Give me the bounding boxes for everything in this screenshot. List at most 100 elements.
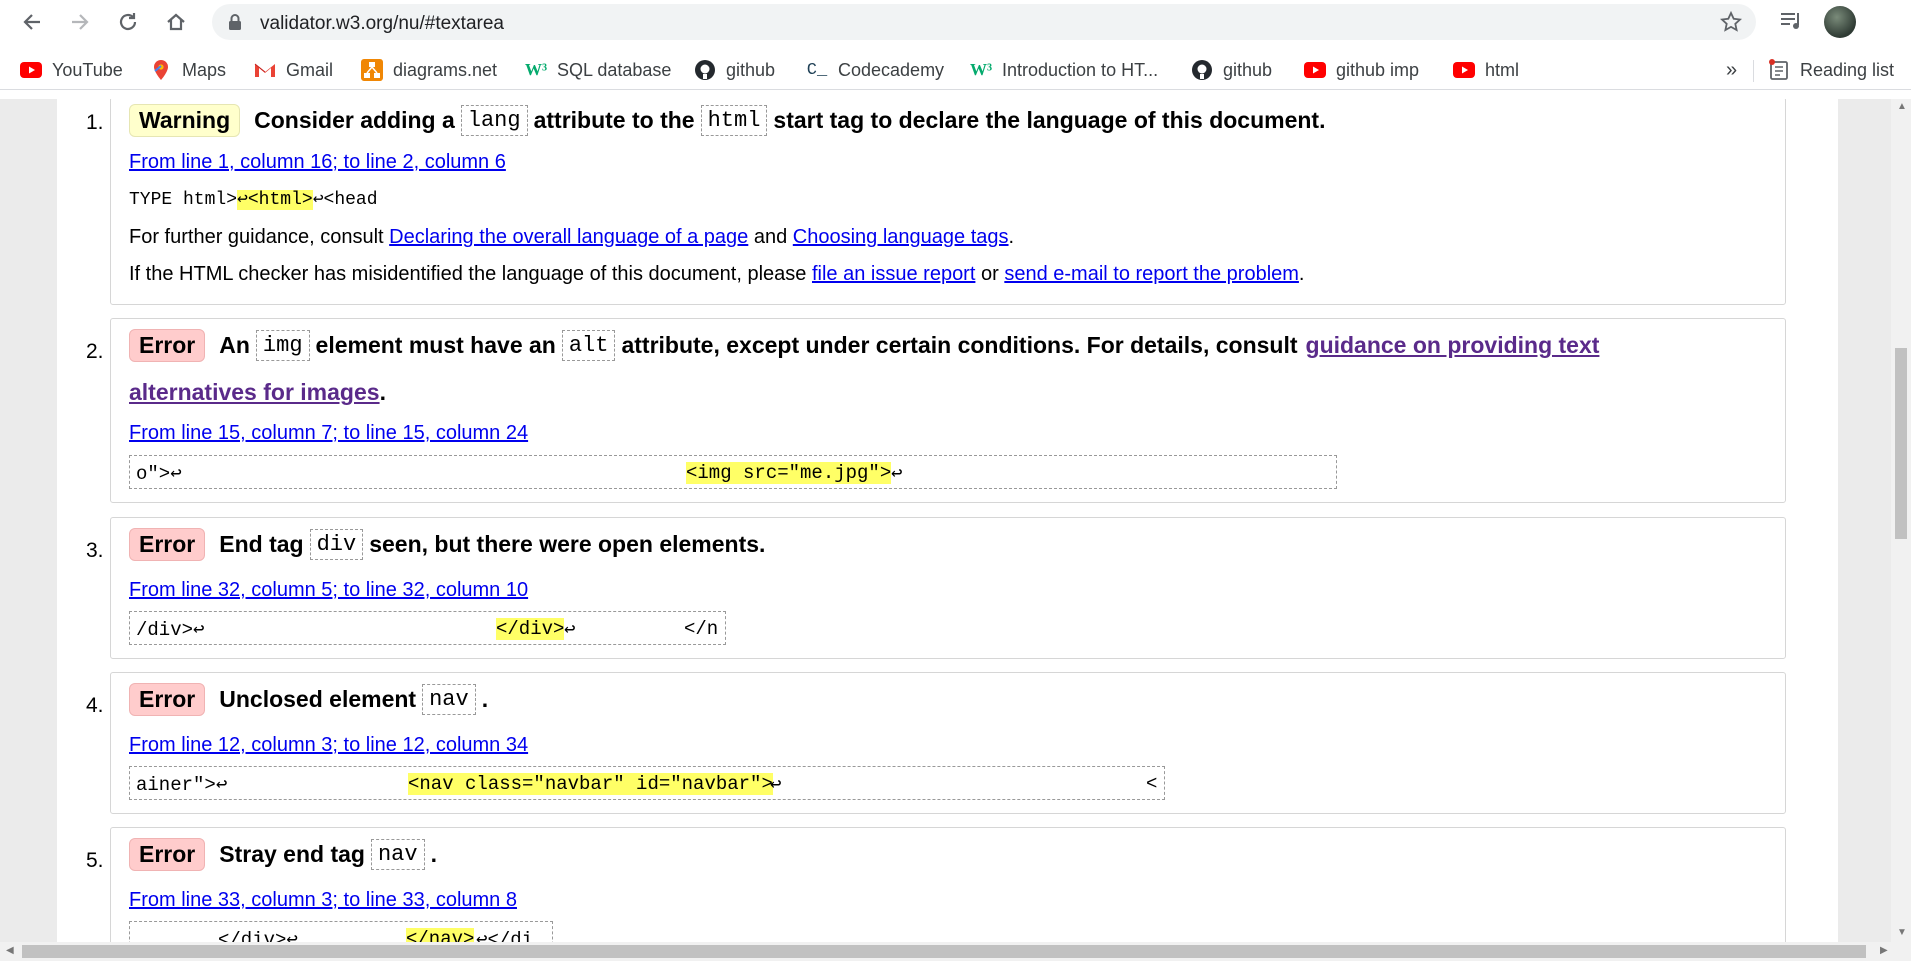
profile-avatar[interactable]: [1824, 6, 1856, 38]
bookmark-gmail[interactable]: Gmail: [254, 58, 333, 82]
location-link[interactable]: From line 12, column 3; to line 12, colu…: [129, 734, 528, 757]
heading-text: Consider adding a: [254, 107, 455, 133]
code-token-lang: lang: [460, 105, 528, 136]
code-token-html: html: [700, 105, 768, 136]
lock-icon[interactable]: [228, 14, 242, 36]
bookmark-intro-html[interactable]: W³ Introduction to HT...: [970, 58, 1158, 82]
heading-text: seen, but there were open elements.: [369, 531, 766, 557]
error-badge: Error: [129, 683, 206, 716]
extract-text: ↩: [770, 774, 782, 796]
reading-list-label: Reading list: [1800, 59, 1895, 80]
location-link[interactable]: From line 32, column 5; to line 32, colu…: [129, 579, 528, 602]
choosing-language-tags-link[interactable]: Choosing language tags: [793, 226, 1009, 248]
message-error-stray-nav: Error Stray end tag nav. From line 33, c…: [110, 827, 1786, 942]
heading-text: .: [379, 379, 386, 405]
youtube-icon: [1304, 59, 1326, 81]
scroll-right-arrow-icon[interactable]: ▶: [1880, 945, 1888, 956]
message-number: 2.: [86, 340, 104, 363]
back-icon[interactable]: [18, 8, 46, 36]
message-heading: Error Stray end tag nav.: [129, 838, 437, 871]
bookmark-github-2[interactable]: github: [1191, 58, 1272, 82]
bookmark-diagrams[interactable]: diagrams.net: [361, 58, 497, 82]
bookmark-maps[interactable]: Maps: [150, 58, 226, 82]
code-token-img: img: [255, 330, 310, 361]
message-heading: Error End tag div seen, but there were o…: [129, 528, 765, 561]
extract-text: ↩<head: [312, 190, 378, 210]
extract-highlight: <img src="me.jpg">: [686, 462, 892, 484]
maps-icon: [150, 59, 172, 81]
message-warning-lang: Warning Consider adding a lang attribute…: [110, 99, 1786, 305]
bookmarks-bar: YouTube Maps Gmail diagrams.net W³ SQL d…: [0, 50, 1911, 90]
page-viewport: 1. Warning Consider adding a lang attrib…: [0, 99, 1891, 942]
scroll-up-arrow-icon[interactable]: ▲: [1897, 101, 1907, 112]
guidance-text: and: [753, 226, 788, 248]
bookmark-label: github imp: [1336, 59, 1420, 80]
bookmark-label: Codecademy: [838, 59, 945, 80]
message-heading: Error Unclosed element nav.: [129, 683, 488, 716]
code-extract: </div>↩ </nav> ↩</di: [129, 921, 553, 942]
bookmark-label: Introduction to HT...: [1002, 59, 1159, 80]
github-icon: [1191, 59, 1213, 81]
forward-icon[interactable]: [66, 8, 94, 36]
github-icon: [694, 59, 716, 81]
code-token-nav: nav: [370, 839, 425, 870]
media-controls-icon[interactable]: [1778, 8, 1804, 39]
location-link[interactable]: From line 33, column 3; to line 33, colu…: [129, 889, 517, 912]
vertical-scrollbar[interactable]: ▲ ▼: [1891, 99, 1911, 942]
heading-text: .: [481, 686, 489, 712]
w3schools-icon: W³: [969, 60, 993, 79]
reload-icon[interactable]: [114, 8, 142, 36]
extract-highlight: </div>: [496, 618, 565, 640]
guidance-alt-text-link[interactable]: guidance on providing text: [1306, 332, 1600, 359]
horizontal-scroll-thumb[interactable]: [22, 945, 1866, 958]
code-extract: ainer">↩ <nav class="navbar" id="navbar"…: [129, 766, 1165, 800]
extract-highlight: ↩<html>: [237, 190, 313, 210]
location-link[interactable]: From line 1, column 16; to line 2, colum…: [129, 151, 506, 174]
horizontal-scrollbar[interactable]: ◀ ▶: [0, 942, 1911, 961]
bookmarks-overflow-button[interactable]: »: [1726, 58, 1737, 82]
guidance-text: For further guidance, consult: [129, 226, 384, 248]
bookmark-html[interactable]: html: [1453, 58, 1519, 82]
bookmark-youtube[interactable]: YouTube: [20, 58, 123, 82]
guidance-alt-text-link-cont[interactable]: alternatives for images: [129, 379, 380, 406]
heading-text: .: [430, 841, 437, 867]
bookmark-github-imp[interactable]: github imp: [1304, 58, 1419, 82]
location-link[interactable]: From line 15, column 7; to line 15, colu…: [129, 422, 528, 445]
extract-text: ainer">↩: [136, 774, 228, 796]
extract-text: <: [1146, 773, 1158, 795]
scroll-left-arrow-icon[interactable]: ◀: [6, 945, 14, 956]
reading-list-icon: [1768, 59, 1790, 81]
declaring-language-link[interactable]: Declaring the overall language of a page: [389, 226, 748, 248]
address-bar[interactable]: validator.w3.org/nu/#textarea: [212, 4, 1756, 40]
file-issue-link[interactable]: file an issue report: [812, 263, 975, 285]
message-heading: Warning Consider adding a lang attribute…: [129, 104, 1326, 137]
extract-text: </n: [684, 618, 719, 640]
heading-text: Unclosed element: [219, 686, 417, 712]
code-token-div: div: [309, 529, 364, 560]
send-email-link[interactable]: send e-mail to report the problem: [1004, 263, 1299, 285]
browser-toolbar: validator.w3.org/nu/#textarea: [0, 0, 1911, 44]
vertical-scroll-thumb[interactable]: [1895, 348, 1907, 539]
message-error-unclosed-nav: Error Unclosed element nav. From line 12…: [110, 672, 1786, 814]
codecademy-icon: C_: [806, 60, 828, 80]
code-token-nav: nav: [422, 684, 476, 715]
bookmark-sql-database[interactable]: W³ SQL database: [525, 58, 671, 82]
bookmark-label: html: [1485, 59, 1520, 80]
reading-list-button[interactable]: Reading list: [1768, 58, 1894, 82]
bookmark-label: github: [726, 59, 776, 80]
misid-text: .: [1298, 263, 1305, 285]
bookmark-github[interactable]: github: [694, 58, 775, 82]
extract-text: ↩</di: [476, 929, 534, 942]
error-badge: Error: [129, 528, 206, 561]
bookmark-codecademy[interactable]: C_ Codecademy: [806, 58, 944, 82]
misid-text: If the HTML checker has misidentified th…: [129, 263, 807, 285]
bookmark-label: github: [1223, 59, 1273, 80]
url-text[interactable]: validator.w3.org/nu/#textarea: [260, 13, 504, 35]
scroll-down-arrow-icon[interactable]: ▼: [1897, 927, 1907, 938]
code-extract: o">↩ <img src="me.jpg"> ↩: [129, 455, 1337, 489]
code-extract: /div>↩ </div> ↩ </n: [129, 611, 726, 645]
home-icon[interactable]: [162, 8, 190, 36]
message-number: 3.: [86, 539, 104, 562]
bookmark-star-icon[interactable]: [1719, 10, 1743, 38]
diagrams-icon: [361, 59, 383, 81]
